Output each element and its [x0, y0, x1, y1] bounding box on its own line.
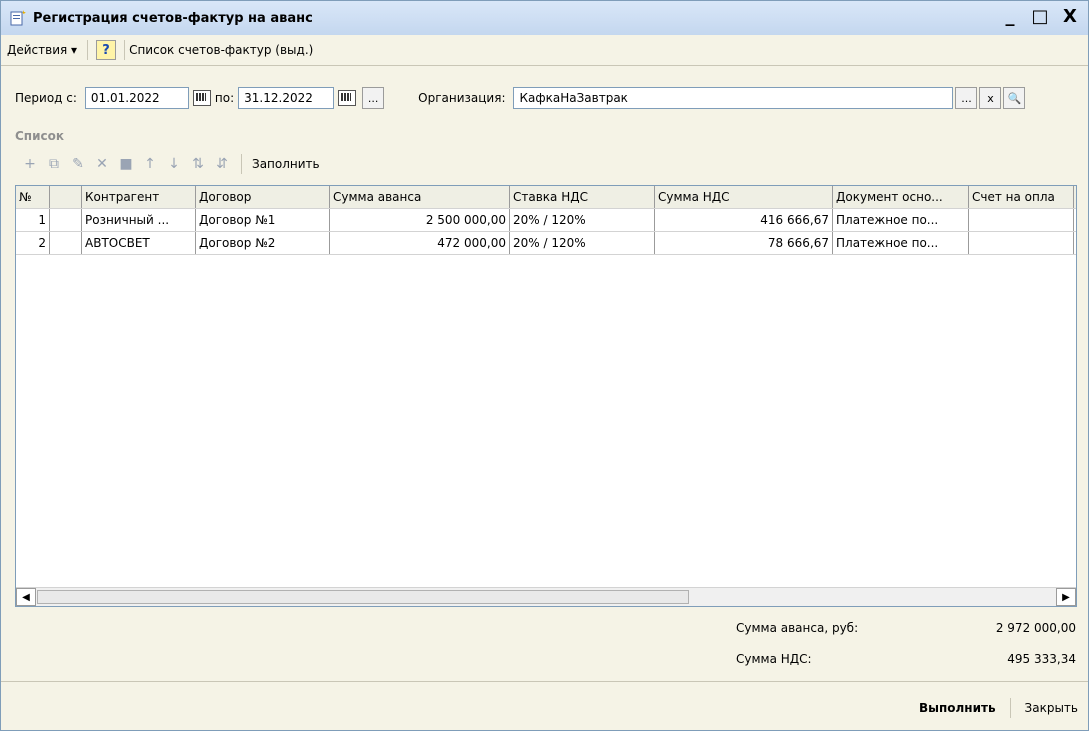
period-select-button[interactable]: ... — [362, 87, 385, 109]
grid-header: № Контрагент Договор Сумма аванса Ставка… — [16, 186, 1076, 209]
scroll-left-icon[interactable]: ◀ — [16, 588, 36, 606]
sort-desc-icon[interactable]: ⇵ — [213, 155, 231, 173]
invoice-list-link[interactable]: Список счетов-фактур (выд.) — [129, 43, 313, 57]
period-from-label: Период с: — [15, 91, 77, 105]
cell-vat-sum: 78 666,67 — [655, 232, 833, 254]
maximize-button[interactable]: □ — [1030, 6, 1050, 27]
cell-vat-rate: 20% / 120% — [510, 209, 655, 231]
advance-total-label: Сумма аванса, руб: — [736, 621, 859, 635]
cell-advance-sum: 472 000,00 — [330, 232, 510, 254]
cell-flag — [50, 209, 82, 231]
cell-flag — [50, 232, 82, 254]
close-window-button[interactable]: X — [1060, 6, 1080, 27]
header-base-document[interactable]: Документ осно... — [833, 186, 969, 208]
calendar-from-icon[interactable] — [192, 90, 211, 106]
header-advance-sum[interactable]: Сумма аванса — [330, 186, 510, 208]
header-payment-invoice[interactable]: Счет на опла — [969, 186, 1074, 208]
header-flag[interactable] — [50, 186, 82, 208]
scroll-thumb[interactable] — [37, 590, 689, 604]
advance-total-row: Сумма аванса, руб: 2 972 000,00 — [736, 621, 1076, 635]
cell-base-document: Платежное по... — [833, 209, 969, 231]
table-row[interactable]: 2 АВТОСВЕТ Договор №2 472 000,00 20% / 1… — [16, 232, 1076, 255]
cell-contract: Договор №1 — [196, 209, 330, 231]
help-button[interactable]: ? — [96, 40, 117, 60]
window-title: Регистрация счетов-фактур на аванс — [33, 10, 313, 26]
menu-separator — [87, 40, 89, 60]
totals-panel: Сумма аванса, руб: 2 972 000,00 Сумма НД… — [736, 621, 1076, 683]
organization-select-button[interactable]: ... — [955, 87, 978, 109]
minimize-button[interactable]: _ — [1000, 6, 1020, 27]
header-number[interactable]: № — [16, 186, 50, 208]
header-vat-rate[interactable]: Ставка НДС — [510, 186, 655, 208]
list-toolbar: + ⧉ ✎ ✕ ■ ↑ ↓ ⇅ ⇵ Заполнить — [21, 154, 320, 174]
vat-total-value: 495 333,34 — [1007, 652, 1076, 666]
edit-row-icon[interactable]: ✎ — [69, 155, 87, 173]
table-row[interactable]: 1 Розничный ... Договор №1 2 500 000,00 … — [16, 209, 1076, 232]
scroll-right-icon[interactable]: ▶ — [1056, 588, 1076, 606]
horizontal-scrollbar[interactable]: ◀ ▶ — [16, 587, 1076, 606]
cell-base-document: Платежное по... — [833, 232, 969, 254]
cell-payment-invoice — [969, 232, 1074, 254]
cell-payment-invoice — [969, 209, 1074, 231]
period-filter: Период с: 01.01.2022 по: 31.12.2022 ... … — [15, 87, 1026, 109]
menu-separator-2 — [124, 40, 126, 60]
cell-advance-sum: 2 500 000,00 — [330, 209, 510, 231]
footer-separator — [1009, 698, 1011, 718]
invoice-grid[interactable]: № Контрагент Договор Сумма аванса Ставка… — [15, 185, 1077, 607]
cell-number: 2 — [16, 232, 50, 254]
header-counterparty[interactable]: Контрагент — [82, 186, 196, 208]
organization-clear-button[interactable]: x — [979, 87, 1002, 109]
vat-total-row: Сумма НДС: 495 333,34 — [736, 652, 1076, 666]
window-controls: _ □ X — [1000, 6, 1080, 27]
move-down-icon[interactable]: ↓ — [165, 155, 183, 173]
header-vat-sum[interactable]: Сумма НДС — [655, 186, 833, 208]
actions-menu[interactable]: Действия ▾ — [1, 43, 83, 57]
execute-button[interactable]: Выполнить — [919, 701, 996, 715]
close-button[interactable]: Закрыть — [1025, 701, 1078, 715]
title-bar: Регистрация счетов-фактур на аванс _ □ X — [1, 1, 1088, 35]
organization-search-icon[interactable]: 🔍 — [1003, 87, 1026, 109]
delete-row-icon[interactable]: ✕ — [93, 155, 111, 173]
fill-button[interactable]: Заполнить — [252, 157, 320, 171]
copy-row-icon[interactable]: ⧉ — [45, 155, 63, 173]
list-section-title: Список — [15, 129, 65, 143]
cell-counterparty: АВТОСВЕТ — [82, 232, 196, 254]
add-row-icon[interactable]: + — [21, 155, 39, 173]
cell-vat-sum: 416 666,67 — [655, 209, 833, 231]
toolbar-separator — [241, 154, 242, 174]
period-to-input[interactable]: 31.12.2022 — [238, 87, 335, 109]
cell-contract: Договор №2 — [196, 232, 330, 254]
main-window: Регистрация счетов-фактур на аванс _ □ X… — [0, 0, 1089, 731]
footer-buttons: Выполнить Закрыть — [919, 698, 1078, 718]
cell-vat-rate: 20% / 120% — [510, 232, 655, 254]
app-icon — [9, 9, 27, 27]
window-footer: Выполнить Закрыть — [1, 681, 1088, 730]
period-from-input[interactable]: 01.01.2022 — [84, 87, 189, 109]
organization-input[interactable]: КафкаНаЗавтрак — [513, 87, 954, 109]
calendar-to-icon[interactable] — [338, 90, 357, 106]
organization-label: Организация: — [418, 91, 506, 105]
end-edit-icon[interactable]: ■ — [117, 155, 135, 173]
cell-counterparty: Розничный ... — [82, 209, 196, 231]
menu-bar: Действия ▾ ? Список счетов-фактур (выд.) — [1, 35, 1088, 66]
move-up-icon[interactable]: ↑ — [141, 155, 159, 173]
vat-total-label: Сумма НДС: — [736, 652, 812, 666]
actions-menu-label[interactable]: Действия ▾ — [7, 43, 77, 57]
header-contract[interactable]: Договор — [196, 186, 330, 208]
organization-buttons: ... x 🔍 — [955, 87, 1026, 109]
cell-number: 1 — [16, 209, 50, 231]
period-to-label: по: — [214, 91, 235, 105]
advance-total-value: 2 972 000,00 — [995, 621, 1076, 635]
sort-asc-icon[interactable]: ⇅ — [189, 155, 207, 173]
